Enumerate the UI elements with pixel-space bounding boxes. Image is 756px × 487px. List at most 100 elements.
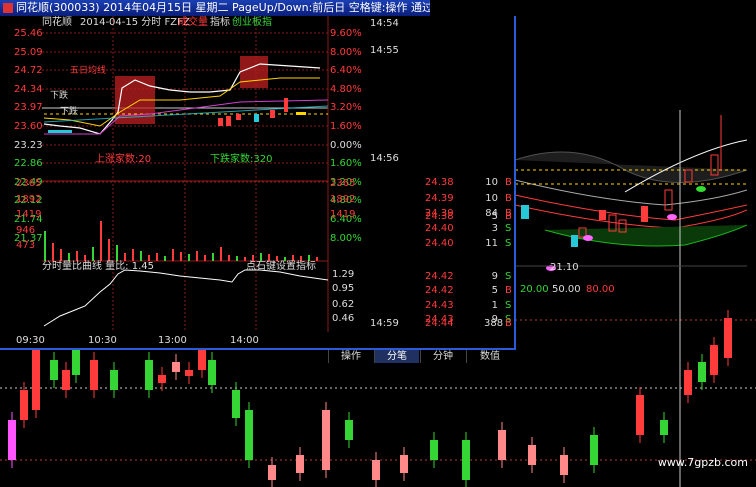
pct-tick: 4.80% — [330, 83, 362, 95]
tab-values[interactable]: 数值 — [466, 350, 513, 363]
volume-tick: 473 — [16, 240, 36, 251]
volume-bar — [212, 253, 214, 261]
tick-price: 24.40 — [425, 238, 454, 249]
volume-tick-right: 1892 — [330, 193, 356, 205]
volume-bar — [204, 255, 206, 261]
time-tick: 09:30 — [16, 335, 45, 346]
volume-bar — [132, 249, 134, 261]
tick-price: 24.40 — [425, 223, 454, 234]
trend-label-ma: 五日均线 — [70, 66, 107, 76]
time-tick: 14:00 — [230, 335, 259, 346]
ratio-tick: 0.62 — [332, 299, 355, 310]
pct-tick: 0.00% — [330, 139, 362, 151]
indicator-panel — [515, 110, 747, 282]
tab-operate[interactable]: 操作 — [328, 350, 373, 363]
window-title-bar: 同花顺(300033) 2014年04月15日 星期二 PageUp/Down:… — [0, 0, 430, 16]
tick-time: 14:59 — [370, 318, 399, 329]
tick-flag: S — [505, 223, 512, 234]
tick-volume: 1 — [491, 300, 498, 311]
pct-tick: 3.20% — [330, 102, 362, 114]
volume-tick-right: 2365 — [330, 178, 356, 189]
tick-volume: 84 — [485, 208, 498, 219]
tick-flag: B — [505, 177, 512, 188]
tick-price: 24.43 — [425, 300, 454, 311]
ratio-tick: 0.46 — [332, 313, 355, 324]
volume-bar — [236, 256, 238, 261]
intraday-chart — [42, 16, 329, 332]
price-tick: 23.97 — [14, 102, 43, 114]
intraday-panel: 同花顺 2014-04-15 分时 FZFZ 成交量 指标 创业板指 25.46… — [0, 16, 516, 363]
down-count: 下跌家数:320 — [210, 154, 273, 165]
tick-price: 24.44 — [425, 318, 454, 329]
header-item-index[interactable]: 创业板指 — [232, 17, 272, 28]
ma-label-2: 50.00 — [552, 284, 581, 295]
tick-flag: S — [505, 238, 512, 249]
ratio-tick: 1.29 — [332, 269, 355, 280]
volume-tick: 946 — [16, 224, 36, 236]
volume-tick: 2365 — [16, 178, 42, 189]
volume-bar — [268, 254, 270, 261]
volume-bar — [116, 245, 118, 261]
time-tick: 10:30 — [88, 335, 117, 346]
volume-bar — [156, 253, 158, 261]
price-tick: 25.09 — [14, 46, 43, 58]
price-tick: 23.23 — [14, 139, 43, 151]
tick-flag: B — [505, 285, 512, 296]
tick-flag: B — [505, 208, 512, 219]
volume-tick: 1419 — [16, 209, 42, 220]
tick-volume: 9 — [491, 271, 498, 282]
tick-flag: S — [505, 271, 512, 282]
volume-bar — [220, 247, 222, 261]
volume-bar — [164, 256, 166, 261]
volume-bar — [100, 221, 102, 261]
tick-flag: B — [505, 193, 512, 204]
header-item-volume[interactable]: 成交量 — [178, 17, 208, 28]
volume-bar — [172, 249, 174, 261]
volume-bar — [92, 247, 94, 261]
price-tick: 25.46 — [14, 28, 43, 39]
tick-flag: B — [505, 318, 512, 329]
tick-price: 24.38 — [425, 177, 454, 188]
volume-bar — [76, 251, 78, 261]
ratio-panel-title: 分时量比曲线 量比: 1.45 — [42, 261, 154, 272]
pct-tick: 8.00% — [330, 232, 362, 244]
volume-bar — [196, 251, 198, 261]
ratio-panel-hint[interactable]: 点石键设置指标 — [246, 261, 316, 272]
tick-volume: 388 — [484, 318, 504, 329]
up-count: 上涨家数:20 — [95, 154, 152, 165]
app-icon — [3, 3, 13, 13]
bottom-tabs: 操作 分笔 分钟 数值 — [328, 350, 514, 363]
ratio-tick: 0.95 — [332, 283, 355, 294]
pct-tick: 6.40% — [330, 65, 362, 77]
volume-bar — [124, 253, 126, 261]
price-tick: 24.34 — [14, 83, 43, 95]
tick-volume: 5 — [491, 285, 498, 296]
volume-bar — [260, 253, 262, 261]
watermark: www.7gpzb.com — [657, 456, 748, 469]
header-item-indicator[interactable]: 指标 — [210, 17, 230, 28]
volume-bar — [180, 252, 182, 261]
volume-bar — [44, 231, 46, 261]
tick-time: 14:54 — [370, 18, 399, 29]
date-label: 2014-04-15 分时 FZFZ — [80, 17, 190, 28]
tick-volume: 10 — [485, 177, 498, 188]
window-title: 同花顺(300033) 2014年04月15日 星期二 PageUp/Down:… — [16, 1, 430, 14]
tick-volume: 11 — [485, 238, 498, 249]
ma-label-3: 80.00 — [586, 284, 615, 295]
volume-bar — [108, 239, 110, 261]
trend-label-2: 下跌 — [60, 107, 79, 117]
volume-tick: 1892 — [16, 193, 42, 205]
trend-label-1: 下跌 — [50, 91, 69, 101]
volume-bar — [316, 257, 318, 261]
volume-bar — [140, 251, 142, 261]
volume-bar — [188, 254, 190, 261]
app-label: 同花顺 — [42, 17, 72, 28]
tab-minutes[interactable]: 分钟 — [420, 350, 465, 363]
volume-bar — [52, 243, 54, 261]
volume-bar — [68, 253, 70, 261]
tab-ticks[interactable]: 分笔 — [374, 350, 419, 363]
time-tick: 13:00 — [158, 335, 187, 346]
tick-volume: 10 — [485, 193, 498, 204]
price-tick: 24.72 — [14, 65, 43, 77]
tick-flag: S — [505, 300, 512, 311]
